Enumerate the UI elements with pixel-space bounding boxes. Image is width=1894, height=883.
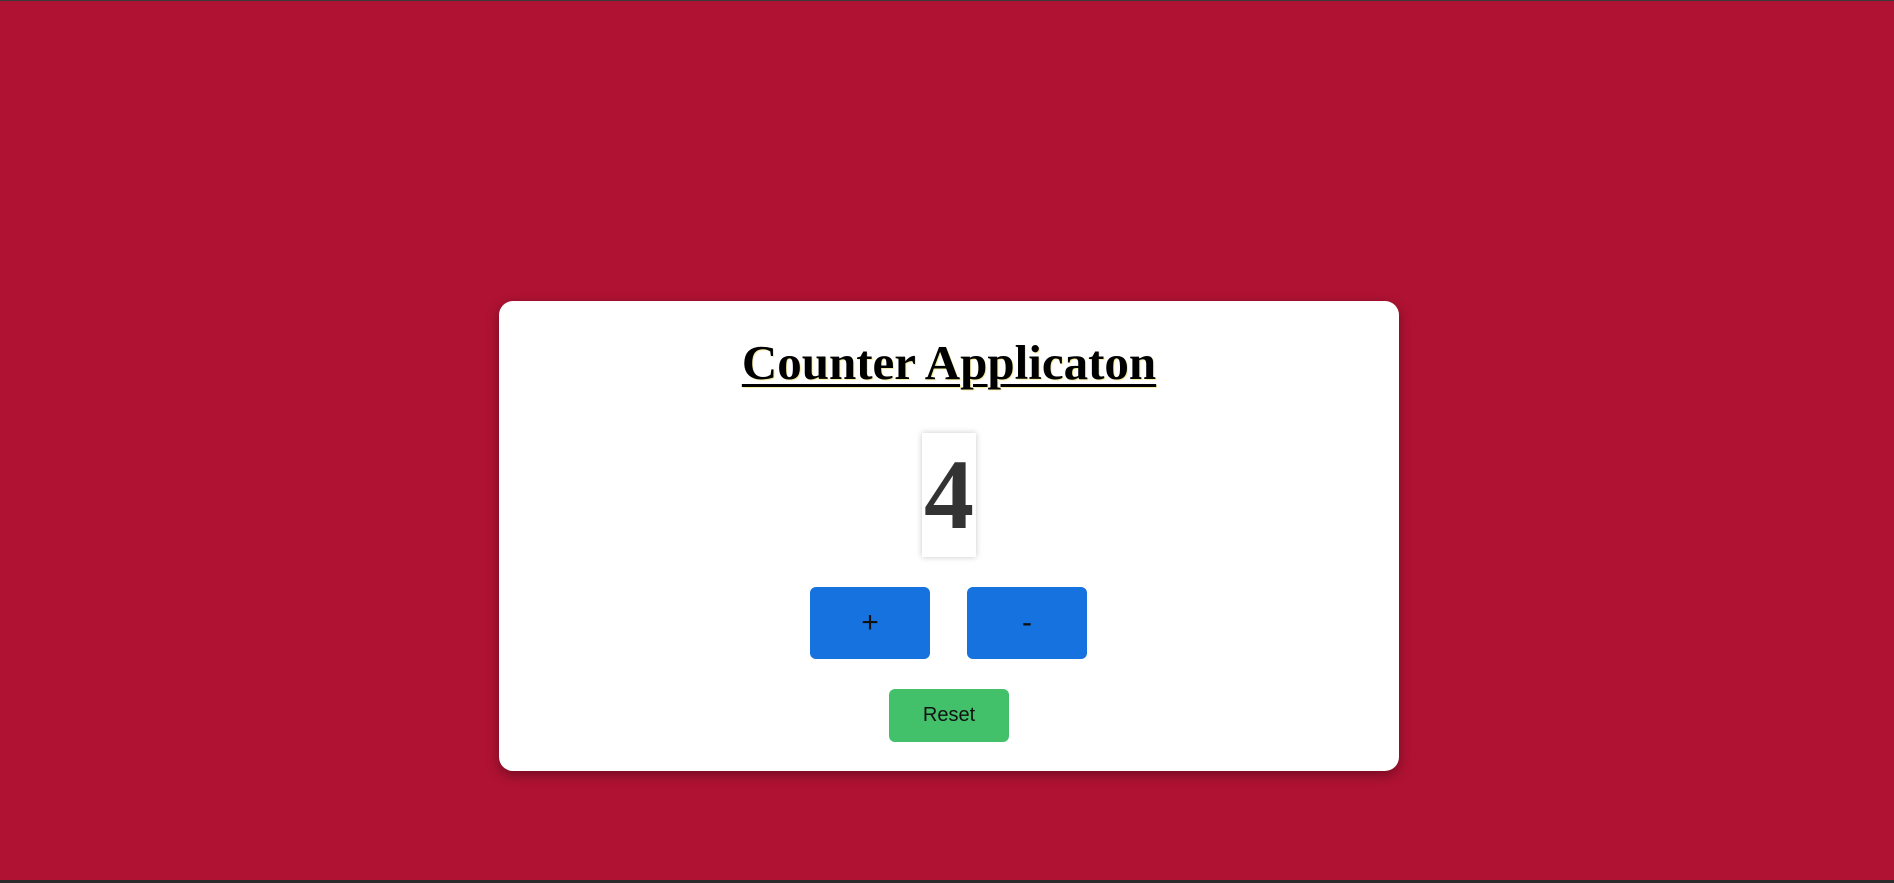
page-title: Counter Applicaton — [741, 335, 1157, 390]
decrement-button[interactable]: - — [967, 587, 1087, 659]
counter-display: 4 — [922, 433, 976, 557]
counter-card: Counter Applicaton 4 + - Reset — [499, 301, 1399, 771]
counter-value: 4 — [924, 439, 974, 550]
reset-button[interactable]: Reset — [889, 689, 1009, 742]
increment-button[interactable]: + — [810, 587, 930, 659]
top-border — [0, 0, 1894, 1]
